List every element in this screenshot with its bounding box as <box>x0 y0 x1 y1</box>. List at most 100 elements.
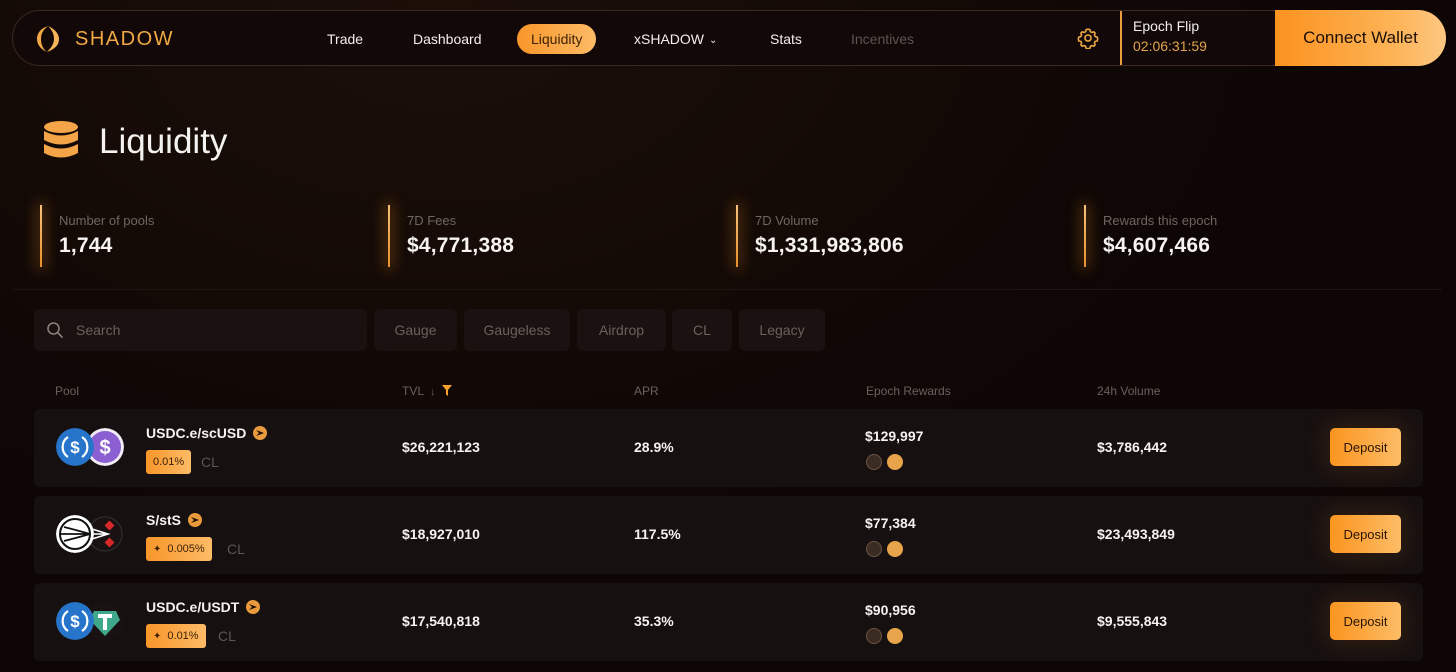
stat-number-of-pools: Number of pools 1,744 <box>40 205 154 267</box>
connect-wallet-button[interactable]: Connect Wallet <box>1275 10 1446 66</box>
stat-label: Number of pools <box>59 213 155 228</box>
table-row[interactable]: $ $ USDC.e/scUSD 0.01% CL $26,221,123 28… <box>34 409 1423 487</box>
filter-chip-cl[interactable]: CL <box>672 309 732 351</box>
filter-chip-gauge[interactable]: Gauge <box>374 309 457 351</box>
shadow-logo-icon <box>37 26 59 52</box>
svg-text:$: $ <box>70 612 80 631</box>
epoch-countdown: 02:06:31:59 <box>1133 38 1207 54</box>
stat-value: 1,744 <box>59 234 113 257</box>
shadow-badge-icon <box>188 513 203 527</box>
filter-icon[interactable] <box>441 385 452 396</box>
database-icon <box>44 121 78 158</box>
fee-tier-badge: ✦ 0.01% <box>146 624 206 648</box>
stat-rewards-this-epoch: Rewards this epoch $4,607,466 <box>1084 205 1217 267</box>
deposit-button[interactable]: Deposit <box>1330 428 1401 466</box>
reward-tokens <box>866 628 903 644</box>
sparkle-icon: ✦ <box>153 544 162 555</box>
nav-link-trade[interactable]: Trade <box>313 24 377 54</box>
svg-text:$: $ <box>99 437 110 459</box>
pool-type-label: CL <box>227 541 245 557</box>
shadow-badge-icon <box>246 600 261 614</box>
shadow-badge-icon <box>253 426 268 440</box>
reward-token-icon <box>887 541 903 557</box>
pool-name[interactable]: USDC.e/scUSD <box>146 425 268 441</box>
stat-label: Rewards this epoch <box>1103 213 1218 228</box>
sonic-token-icon <box>56 515 94 553</box>
reward-tokens <box>866 454 903 470</box>
search-icon <box>47 322 63 338</box>
page-title: Liquidity <box>99 122 228 161</box>
epoch-rewards-value: $77,384 <box>865 515 916 531</box>
pool-type-label: CL <box>201 454 219 470</box>
usdc-token-icon: $ <box>56 428 94 466</box>
stat-7d-fees: 7D Fees $4,771,388 <box>388 205 514 267</box>
usdc-token-icon: $ <box>56 602 94 640</box>
pool-name-label: USDC.e/USDT <box>146 599 240 615</box>
pool-name-label: USDC.e/scUSD <box>146 425 247 441</box>
epoch-flip-timer: Epoch Flip 02:06:31:59 <box>1120 11 1274 65</box>
filter-chip-gaugeless[interactable]: Gaugeless <box>464 309 570 351</box>
nav-link-stats[interactable]: Stats <box>756 24 816 54</box>
fee-tier-badge: ✦ 0.005% <box>146 537 212 561</box>
nav-link-incentives[interactable]: Incentives <box>837 24 928 54</box>
apr-value: 117.5% <box>634 526 681 542</box>
reward-token-icon <box>866 454 882 470</box>
filter-chip-legacy[interactable]: Legacy <box>739 309 825 351</box>
epoch-flip-label: Epoch Flip <box>1133 18 1200 34</box>
reward-token-icon <box>887 454 903 470</box>
table-row[interactable]: $ USDC.e/USDT ✦ 0.01% CL $17,540,818 35.3… <box>34 583 1423 661</box>
pool-name[interactable]: S/stS <box>146 512 203 528</box>
brand-logo[interactable]: SHADOW <box>35 25 174 53</box>
volume-24h-value: $3,786,442 <box>1097 439 1168 455</box>
stat-value: $4,607,466 <box>1103 234 1211 257</box>
epoch-rewards-value: $90,956 <box>865 602 916 618</box>
nav-link-xshadow[interactable]: xSHADOW ⌄ <box>620 24 731 54</box>
column-header-epoch-rewards[interactable]: Epoch Rewards <box>866 384 951 398</box>
column-header-pool[interactable]: Pool <box>55 384 79 398</box>
svg-text:$: $ <box>70 438 80 457</box>
search-box[interactable] <box>34 309 367 351</box>
stat-label: 7D Fees <box>407 213 457 228</box>
deposit-button[interactable]: Deposit <box>1330 515 1401 553</box>
gear-icon[interactable] <box>1077 27 1099 49</box>
page-header: Liquidity <box>43 120 227 164</box>
pool-name[interactable]: USDC.e/USDT <box>146 599 261 615</box>
search-input[interactable] <box>76 322 336 338</box>
stat-value: $4,771,388 <box>407 234 515 257</box>
volume-24h-value: $23,493,849 <box>1097 526 1175 542</box>
nav-link-dashboard[interactable]: Dashboard <box>399 24 496 54</box>
fee-tier-badge: 0.01% <box>146 450 192 474</box>
chevron-down-icon: ⌄ <box>709 35 718 46</box>
fee-tier-label: 0.01% <box>167 630 199 642</box>
brand-name: SHADOW <box>75 27 174 50</box>
pool-type-label: CL <box>218 628 236 644</box>
pool-name-label: S/stS <box>146 512 182 528</box>
column-header-apr[interactable]: APR <box>634 384 659 398</box>
stat-7d-volume: 7D Volume $1,331,983,806 <box>736 205 904 267</box>
sort-desc-icon: ↓ <box>430 386 436 398</box>
nav-link-liquidity[interactable]: Liquidity <box>517 24 597 54</box>
deposit-button[interactable]: Deposit <box>1330 602 1401 640</box>
column-header-tvl[interactable]: TVL ↓ <box>402 384 452 398</box>
epoch-rewards-value: $129,997 <box>865 428 924 444</box>
top-navbar: SHADOW Trade Dashboard Liquidity xSHADOW… <box>12 10 1446 66</box>
volume-24h-value: $9,555,843 <box>1097 613 1168 629</box>
apr-value: 28.9% <box>634 439 674 455</box>
reward-token-icon <box>866 541 882 557</box>
tvl-value: $17,540,818 <box>402 613 480 629</box>
tvl-value: $26,221,123 <box>402 439 480 455</box>
sparkle-icon: ✦ <box>153 631 162 642</box>
tvl-value: $18,927,010 <box>402 526 480 542</box>
column-header-tvl-label: TVL <box>402 384 425 398</box>
fee-tier-label: 0.005% <box>167 543 205 555</box>
apr-value: 35.3% <box>634 613 674 629</box>
nav-link-xshadow-label: xSHADOW <box>634 31 704 47</box>
reward-tokens <box>866 541 903 557</box>
column-header-24h-volume[interactable]: 24h Volume <box>1097 384 1160 398</box>
stat-value: $1,331,983,806 <box>755 234 904 257</box>
table-row[interactable]: S/stS ✦ 0.005% CL $18,927,010 117.5% $77,… <box>34 496 1423 574</box>
filter-chip-airdrop[interactable]: Airdrop <box>577 309 666 351</box>
stat-label: 7D Volume <box>755 213 819 228</box>
reward-token-icon <box>887 628 903 644</box>
reward-token-icon <box>866 628 882 644</box>
